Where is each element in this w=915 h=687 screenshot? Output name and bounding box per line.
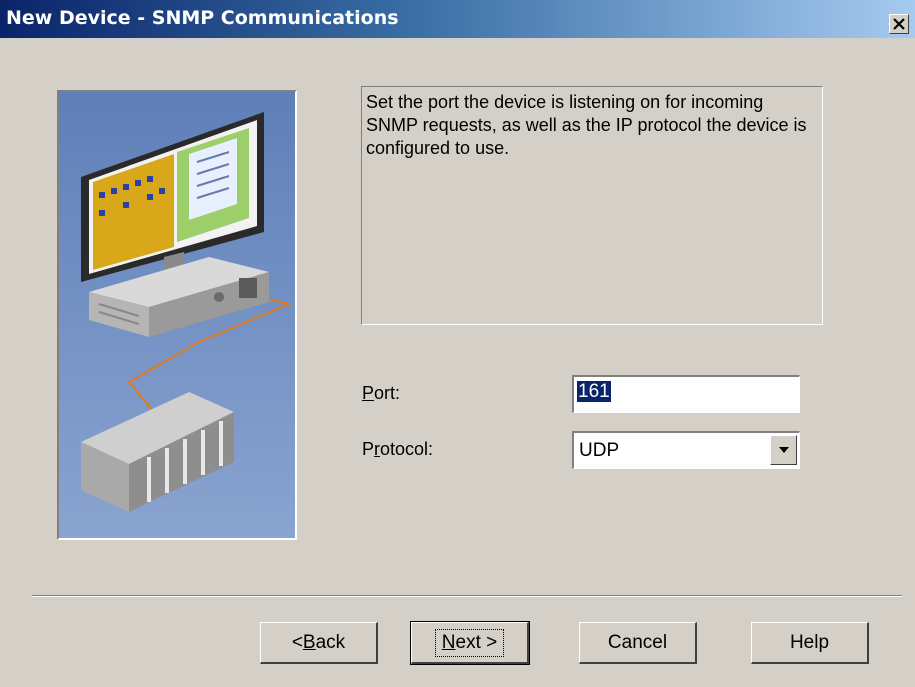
- help-button[interactable]: Help: [751, 622, 869, 664]
- port-value: 161: [577, 381, 611, 402]
- description-box: Set the port the device is listening on …: [361, 86, 823, 325]
- next-button-focus: Next >: [434, 628, 505, 657]
- cancel-button[interactable]: Cancel: [579, 622, 697, 664]
- protocol-select[interactable]: UDP: [572, 431, 800, 469]
- protocol-value: UDP: [579, 440, 620, 461]
- separator: [32, 595, 902, 597]
- port-label: Port:: [362, 383, 401, 403]
- next-button[interactable]: Next >: [410, 621, 530, 665]
- protocol-label: Protocol:: [362, 439, 434, 459]
- computer-plc-illustration: [59, 92, 295, 538]
- close-icon: [893, 18, 905, 30]
- chevron-down-icon: [778, 447, 789, 453]
- close-button[interactable]: [889, 14, 909, 34]
- wizard-illustration: [57, 90, 297, 540]
- window-title: New Device - SNMP Communications: [6, 7, 399, 29]
- port-input[interactable]: 161: [572, 375, 800, 413]
- title-bar: New Device - SNMP Communications: [0, 0, 915, 38]
- back-button[interactable]: < Back: [260, 622, 378, 664]
- protocol-dropdown-button[interactable]: [770, 435, 797, 465]
